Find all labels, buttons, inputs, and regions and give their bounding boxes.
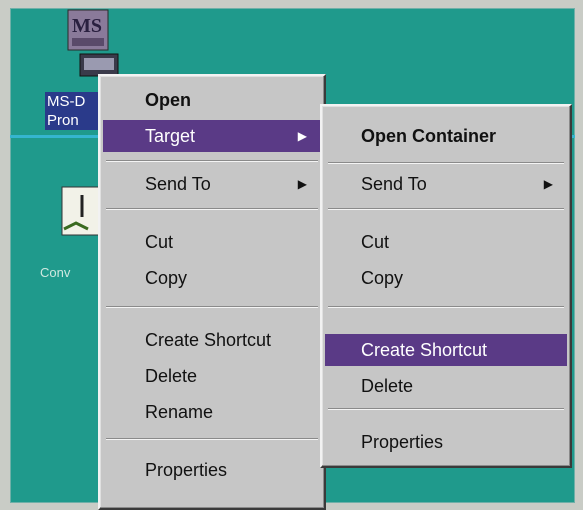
menu-separator [328,208,564,210]
submenu-item-copy-label: Copy [361,268,404,288]
triangle-right-icon: ▶ [297,129,307,143]
menu-item-target-label: Target [145,126,196,146]
menu-item-send-to[interactable]: Send To ▶ [103,168,321,200]
menu-item-delete[interactable]: Delete [103,360,321,392]
menu-separator [328,408,564,410]
submenu-item-cut-label: Cut [361,232,390,252]
menu-item-copy[interactable]: Copy [103,262,321,294]
submenu-item-properties-label: Properties [361,432,444,452]
submenu-item-create-shortcut-label: Create Shortcut [361,340,488,360]
submenu-item-copy[interactable]: Copy [325,262,567,294]
svg-text:MS: MS [72,15,102,37]
menu-item-delete-label: Delete [145,366,198,386]
menu-item-create-shortcut[interactable]: Create Shortcut [103,324,321,356]
menu-item-target[interactable]: Target ▶ [103,120,321,152]
menu-separator [106,160,318,162]
menu-item-properties[interactable]: Properties [103,454,321,486]
triangle-right-icon: ▶ [297,177,307,191]
menu-item-cut[interactable]: Cut [103,226,321,258]
triangle-right-icon: ▶ [543,177,553,191]
submenu-item-delete-label: Delete [361,376,414,396]
menu-item-copy-label: Copy [145,268,188,288]
submenu-item-delete[interactable]: Delete [325,370,567,402]
menu-item-rename-label: Rename [145,402,214,422]
menu-separator [106,438,318,440]
target-submenu: Open Container Send To ▶ Cut Copy Create… [320,104,572,468]
menu-separator [328,306,564,308]
desktop-strip [332,488,572,500]
menu-item-send-to-label: Send To [145,174,211,194]
menu-item-create-shortcut-label: Create Shortcut [145,330,272,350]
menu-separator [328,162,564,164]
menu-item-properties-label: Properties [145,460,228,480]
submenu-item-properties[interactable]: Properties [325,426,567,458]
menu-item-open-label: Open [145,90,192,110]
submenu-item-send-to-label: Send To [361,174,427,194]
menu-item-open[interactable]: Open [103,84,321,116]
submenu-item-create-shortcut[interactable]: Create Shortcut [325,334,567,366]
menu-separator [106,208,318,210]
submenu-item-cut[interactable]: Cut [325,226,567,258]
menu-item-rename[interactable]: Rename [103,396,321,428]
menu-separator [106,306,318,308]
notepad-icon-label: Conv [40,265,71,279]
submenu-item-open-container-label: Open Container [361,126,497,146]
submenu-item-send-to[interactable]: Send To ▶ [325,168,567,200]
msdos-prompt-icon[interactable]: MS [62,8,128,78]
menu-item-cut-label: Cut [145,232,174,252]
context-menu: Open Target ▶ Send To ▶ Cut Copy Create … [98,74,326,510]
submenu-item-open-container[interactable]: Open Container [325,120,567,152]
